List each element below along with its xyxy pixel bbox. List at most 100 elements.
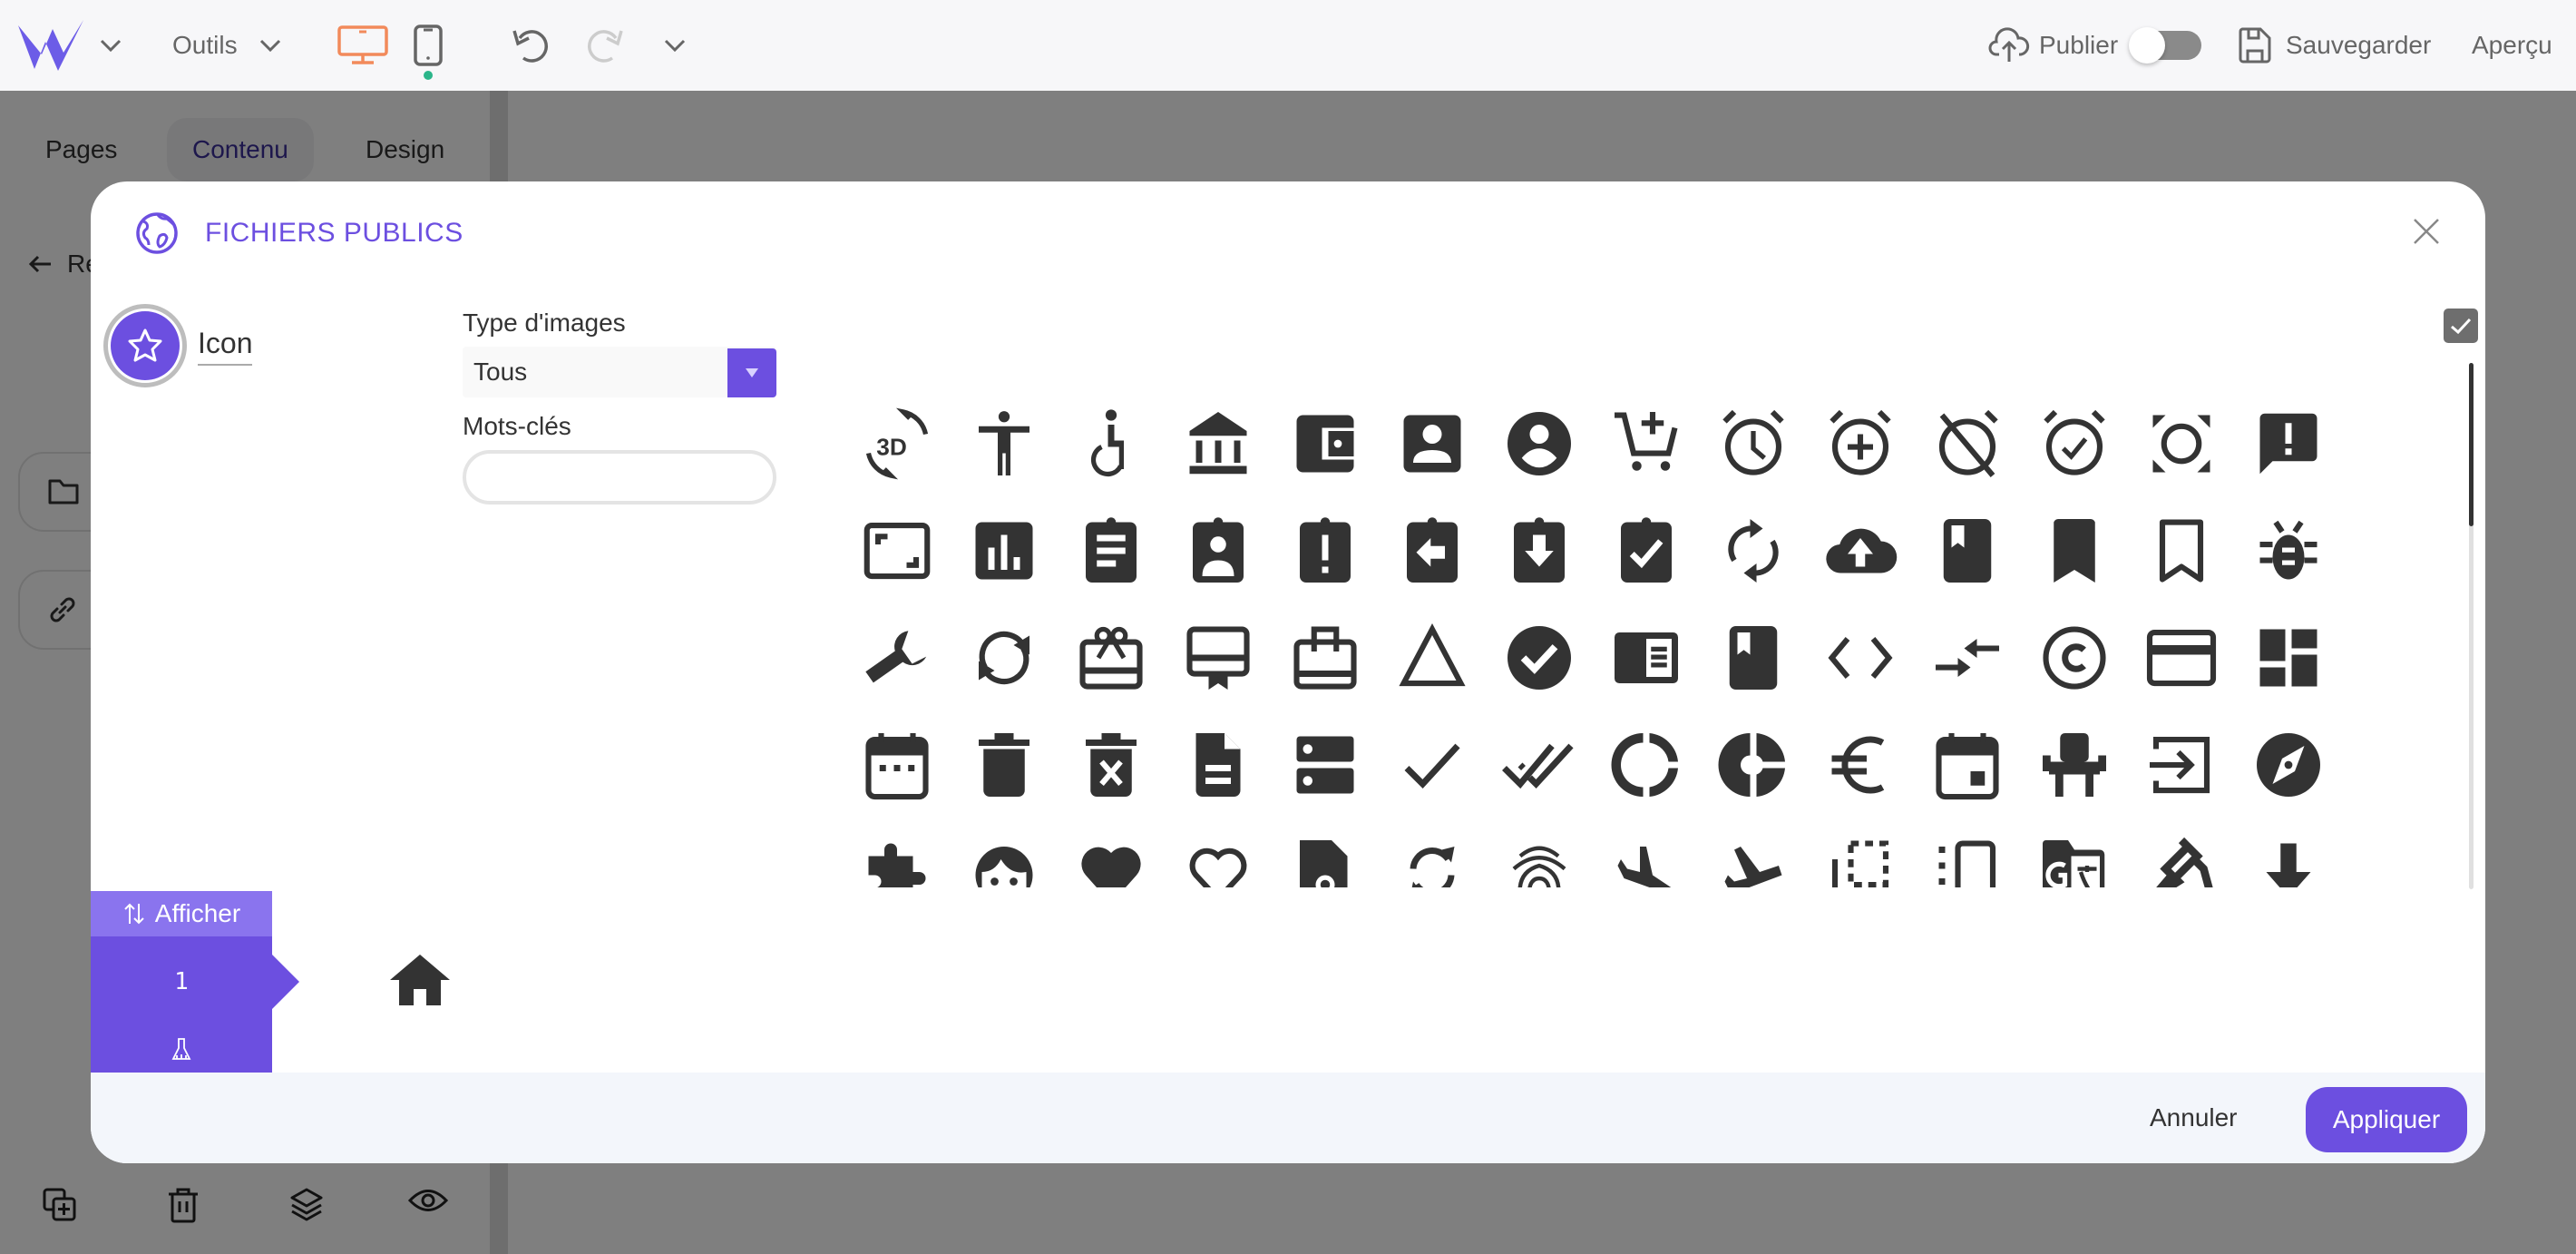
icon-option-card-giftcard[interactable] [1058,604,1165,711]
logo-menu-chevron-icon[interactable] [98,0,123,91]
icon-option-accessible[interactable] [1058,390,1165,497]
accessibility-icon [979,411,1029,475]
icon-option-event[interactable] [1914,711,2021,818]
icon-option-flip-to-back[interactable] [1807,818,1914,887]
preview-button[interactable]: Aperçu [2472,0,2552,91]
icon-option-assignment-late[interactable] [1272,497,1379,604]
icon-option-compare-arrows[interactable] [1914,604,2021,711]
icon-option-all-out[interactable] [2128,390,2235,497]
icon-option-cached[interactable] [951,604,1058,711]
icon-option-accessibility[interactable] [951,390,1058,497]
icon-option-g-translate[interactable] [2021,818,2128,887]
history-menu-chevron-icon[interactable] [662,0,688,91]
icon-option-dashboard[interactable] [2235,604,2342,711]
icon-option-aspect-ratio[interactable] [844,497,951,604]
icon-option-assessment[interactable] [951,497,1058,604]
assessment-icon [975,522,1033,580]
icon-option-alarm-on[interactable] [2021,390,2128,497]
undo-button[interactable] [511,0,552,91]
icon-option-donut-large[interactable] [1593,711,1700,818]
icon-option-account-box[interactable] [1379,390,1486,497]
icon-option-card-travel[interactable] [1272,604,1379,711]
scrollbar-thumb[interactable] [2469,363,2474,526]
icon-option-exit-to-app[interactable] [2128,711,2235,818]
selected-icon-picker[interactable]: Icon [103,304,253,387]
icon-option-favorite[interactable] [1058,818,1165,887]
icon-option-fingerprint[interactable] [1486,818,1593,887]
icon-option-euro-symbol[interactable] [1807,711,1914,818]
icon-option-face[interactable] [951,818,1058,887]
icon-option-account-balance-wallet[interactable] [1272,390,1379,497]
icon-option-code[interactable] [1807,604,1914,711]
icon-option-explore[interactable] [2235,711,2342,818]
icon-option-assignment-return[interactable] [1379,497,1486,604]
icon-option-extension[interactable] [844,818,951,887]
tools-menu[interactable]: Outils [172,0,283,91]
icon-option-event-seat[interactable] [2021,711,2128,818]
publish-toggle[interactable] [2129,27,2202,64]
icon-option-donut-small[interactable] [1700,711,1807,818]
icon-option-date-range[interactable] [844,711,951,818]
icon-option-announcement[interactable] [2235,390,2342,497]
icon-option-get-app[interactable] [2235,818,2342,887]
icon-option-build[interactable] [844,604,951,711]
redo-button[interactable] [583,0,625,91]
icon-option-done[interactable] [1379,711,1486,818]
desktop-view-button[interactable] [336,0,390,91]
apply-button[interactable]: Appliquer [2306,1087,2467,1152]
icon-option-card-membership[interactable] [1165,604,1272,711]
image-type-select[interactable]: Tous [463,347,776,397]
icon-option-assignment-ind[interactable] [1165,497,1272,604]
flight-takeoff-icon [1724,847,1782,887]
icon-option-delete-forever[interactable] [1058,711,1165,818]
icon-option-alarm-add[interactable] [1807,390,1914,497]
icon-option-bookmark-border[interactable] [2128,497,2235,604]
icon-option-assignment[interactable] [1058,497,1165,604]
show-button[interactable]: Afficher [91,891,272,936]
icon-option-class[interactable] [1700,604,1807,711]
icon-option-account-balance[interactable] [1165,390,1272,497]
get-app-icon [2266,843,2311,887]
icon-grid-scrollbar[interactable] [2469,363,2474,889]
icon-option-favorite-border[interactable] [1165,818,1272,887]
save-button[interactable]: Sauvegarder [2237,0,2431,91]
keywords-input[interactable] [463,450,776,505]
icon-option-change-history[interactable] [1379,604,1486,711]
icon-option-book[interactable] [1914,497,2021,604]
icon-option-delete[interactable] [951,711,1058,818]
icon-option-account-circle[interactable] [1486,390,1593,497]
cancel-button[interactable]: Annuler [2132,1092,2256,1143]
icon-option-backup[interactable] [1807,497,1914,604]
icon-option-bug-report[interactable] [2235,497,2342,604]
icon-option-flight-land[interactable] [1593,818,1700,887]
icon-option-flip-to-front[interactable] [1914,818,2021,887]
icon-option-3d-rotation[interactable]: 3D [844,390,951,497]
clear-button[interactable] [91,1027,272,1073]
icon-option-description[interactable] [1165,711,1272,818]
icon-option-assignment-turned-in[interactable] [1593,497,1700,604]
favorite-icon [1081,847,1141,887]
icon-option-flight-takeoff[interactable] [1700,818,1807,887]
app-logo[interactable] [16,0,85,91]
select-checkbox[interactable] [2444,309,2478,343]
icon-option-alarm[interactable] [1700,390,1807,497]
flight-land-icon [1617,847,1672,887]
icon-option-bookmark[interactable] [2021,497,2128,604]
current-page[interactable]: 1 [91,936,299,1027]
icon-option-feedback[interactable] [1272,818,1379,887]
icon-option-chrome-reader-mode[interactable] [1593,604,1700,711]
select-arrow[interactable] [727,348,776,397]
icon-option-gavel[interactable] [2128,818,2235,887]
close-button[interactable] [2404,209,2449,254]
icon-option-alarm-off[interactable] [1914,390,2021,497]
icon-option-find-replace[interactable] [1379,818,1486,887]
icon-option-credit-card[interactable] [2128,604,2235,711]
icon-option-copyright[interactable] [2021,604,2128,711]
icon-option-add-shopping-cart[interactable] [1593,390,1700,497]
icon-option-check-circle[interactable] [1486,604,1593,711]
icon-option-assignment-returned[interactable] [1486,497,1593,604]
icon-option-done-all[interactable] [1486,711,1593,818]
icon-option-dns[interactable] [1272,711,1379,818]
chrome-reader-mode-icon [1615,632,1678,683]
icon-option-autorenew[interactable] [1700,497,1807,604]
